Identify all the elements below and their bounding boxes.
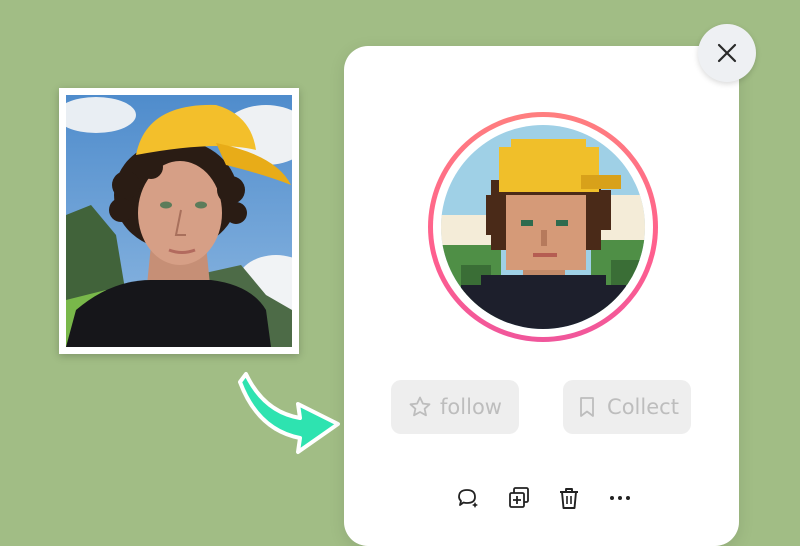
trash-icon [560,488,579,509]
curved-arrow-icon [238,372,340,454]
close-button[interactable] [698,24,756,82]
collect-button[interactable]: Collect [563,380,691,434]
comment-sparkle-icon [458,489,478,508]
avatar-ring [428,112,658,342]
original-photo-card [59,88,299,354]
close-icon [717,43,737,63]
add-copy-icon [508,487,529,508]
collect-label: Collect [607,395,679,419]
pixel-art-avatar [441,125,645,329]
follow-button[interactable]: follow [391,380,519,434]
action-toolbar [454,482,634,514]
follow-label: follow [440,395,502,419]
more-button[interactable] [606,484,634,512]
profile-card: follow Collect [344,46,739,546]
duplicate-button[interactable] [505,484,533,512]
avatar[interactable] [441,125,645,329]
more-icon [609,496,630,500]
star-icon [409,396,431,417]
delete-button[interactable] [555,484,583,512]
original-photo [66,95,292,347]
comment-button[interactable] [454,484,482,512]
bookmark-icon [580,397,594,417]
